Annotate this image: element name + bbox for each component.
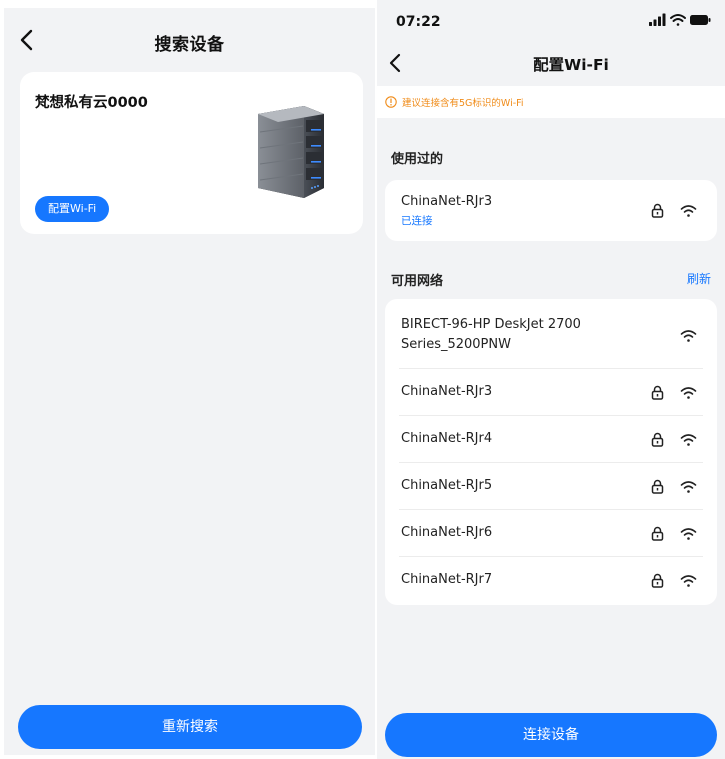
device-card[interactable]: 梵想私有云0000 配置Wi-Fi	[20, 72, 363, 234]
wifi-icon	[670, 14, 686, 26]
used-networks-label: 使用过的	[391, 152, 444, 167]
wifi-signal-icon	[680, 387, 697, 399]
wifi-network-item[interactable]: ChinaNet-RJr3 已连接	[399, 180, 703, 241]
connect-device-button[interactable]: 连接设备	[385, 713, 717, 757]
wifi-network-name: ChinaNet-RJr6	[401, 525, 493, 540]
signal-icon	[649, 13, 666, 26]
wifi-network-name: ChinaNet-RJr3	[401, 384, 493, 399]
lock-icon	[651, 203, 664, 218]
lock-icon	[651, 432, 664, 447]
available-networks-label: 可用网络	[391, 274, 444, 289]
wifi-network-item[interactable]: ChinaNet-RJr6	[399, 510, 703, 557]
wifi-network-item[interactable]: ChinaNet-RJr3	[399, 369, 703, 416]
wifi-signal-icon	[680, 205, 697, 217]
wifi-network-item[interactable]: ChinaNet-RJr7	[399, 557, 703, 604]
available-networks-card: BIRECT-96-HP DeskJet 2700 Series_5200PNW…	[385, 299, 717, 605]
wifi-network-name: ChinaNet-RJr5	[401, 478, 493, 493]
device-name: 梵想私有云0000	[35, 95, 148, 111]
config-wifi-button[interactable]: 配置Wi-Fi	[35, 196, 110, 222]
server-tower-icon	[258, 106, 324, 198]
battery-icon	[690, 15, 711, 25]
wifi-network-item[interactable]: BIRECT-96-HP DeskJet 2700 Series_5200PNW	[399, 299, 703, 369]
wifi-network-item[interactable]: ChinaNet-RJr5	[399, 463, 703, 510]
wifi-connected-status: 已连接	[401, 215, 433, 227]
wifi-network-item[interactable]: ChinaNet-RJr4	[399, 416, 703, 463]
status-bar: 07:22	[377, 0, 725, 40]
page-title: 搜索设备	[154, 35, 225, 55]
status-time: 07:22	[396, 14, 441, 30]
lock-icon	[651, 526, 664, 541]
refresh-link[interactable]: 刷新	[687, 270, 711, 287]
wifi-signal-icon	[680, 528, 697, 540]
search-device-screen: 搜索设备 梵想私有云0000 配置Wi-Fi 重新搜索	[4, 8, 375, 755]
wifi-network-name-line2: Series_5200PNW	[401, 337, 511, 352]
info-icon	[385, 96, 397, 108]
wifi-network-name: BIRECT-96-HP DeskJet 2700	[401, 317, 581, 332]
notice-text: 建议连接含有5G标识的Wi-Fi	[402, 98, 524, 109]
system-status-icons	[649, 13, 711, 26]
wifi-network-name: ChinaNet-RJr7	[401, 572, 493, 587]
wifi-network-name: ChinaNet-RJr3	[401, 194, 493, 209]
wifi-signal-icon	[680, 434, 697, 446]
lock-icon	[651, 479, 664, 494]
lock-icon	[651, 573, 664, 588]
notice-banner: 建议连接含有5G标识的Wi-Fi	[377, 86, 725, 118]
wifi-config-screen: 07:22 配置Wi-Fi 建议连接含有5G标识的Wi-Fi 使用过的 Chin…	[377, 0, 725, 759]
lock-icon	[651, 385, 664, 400]
wifi-signal-icon	[680, 481, 697, 493]
rescan-button[interactable]: 重新搜索	[18, 705, 362, 749]
used-networks-card: ChinaNet-RJr3 已连接	[385, 180, 717, 241]
wifi-signal-icon	[680, 330, 697, 342]
wifi-network-name: ChinaNet-RJr4	[401, 431, 493, 446]
wifi-signal-icon	[680, 575, 697, 587]
page-title: 配置Wi-Fi	[533, 56, 609, 74]
